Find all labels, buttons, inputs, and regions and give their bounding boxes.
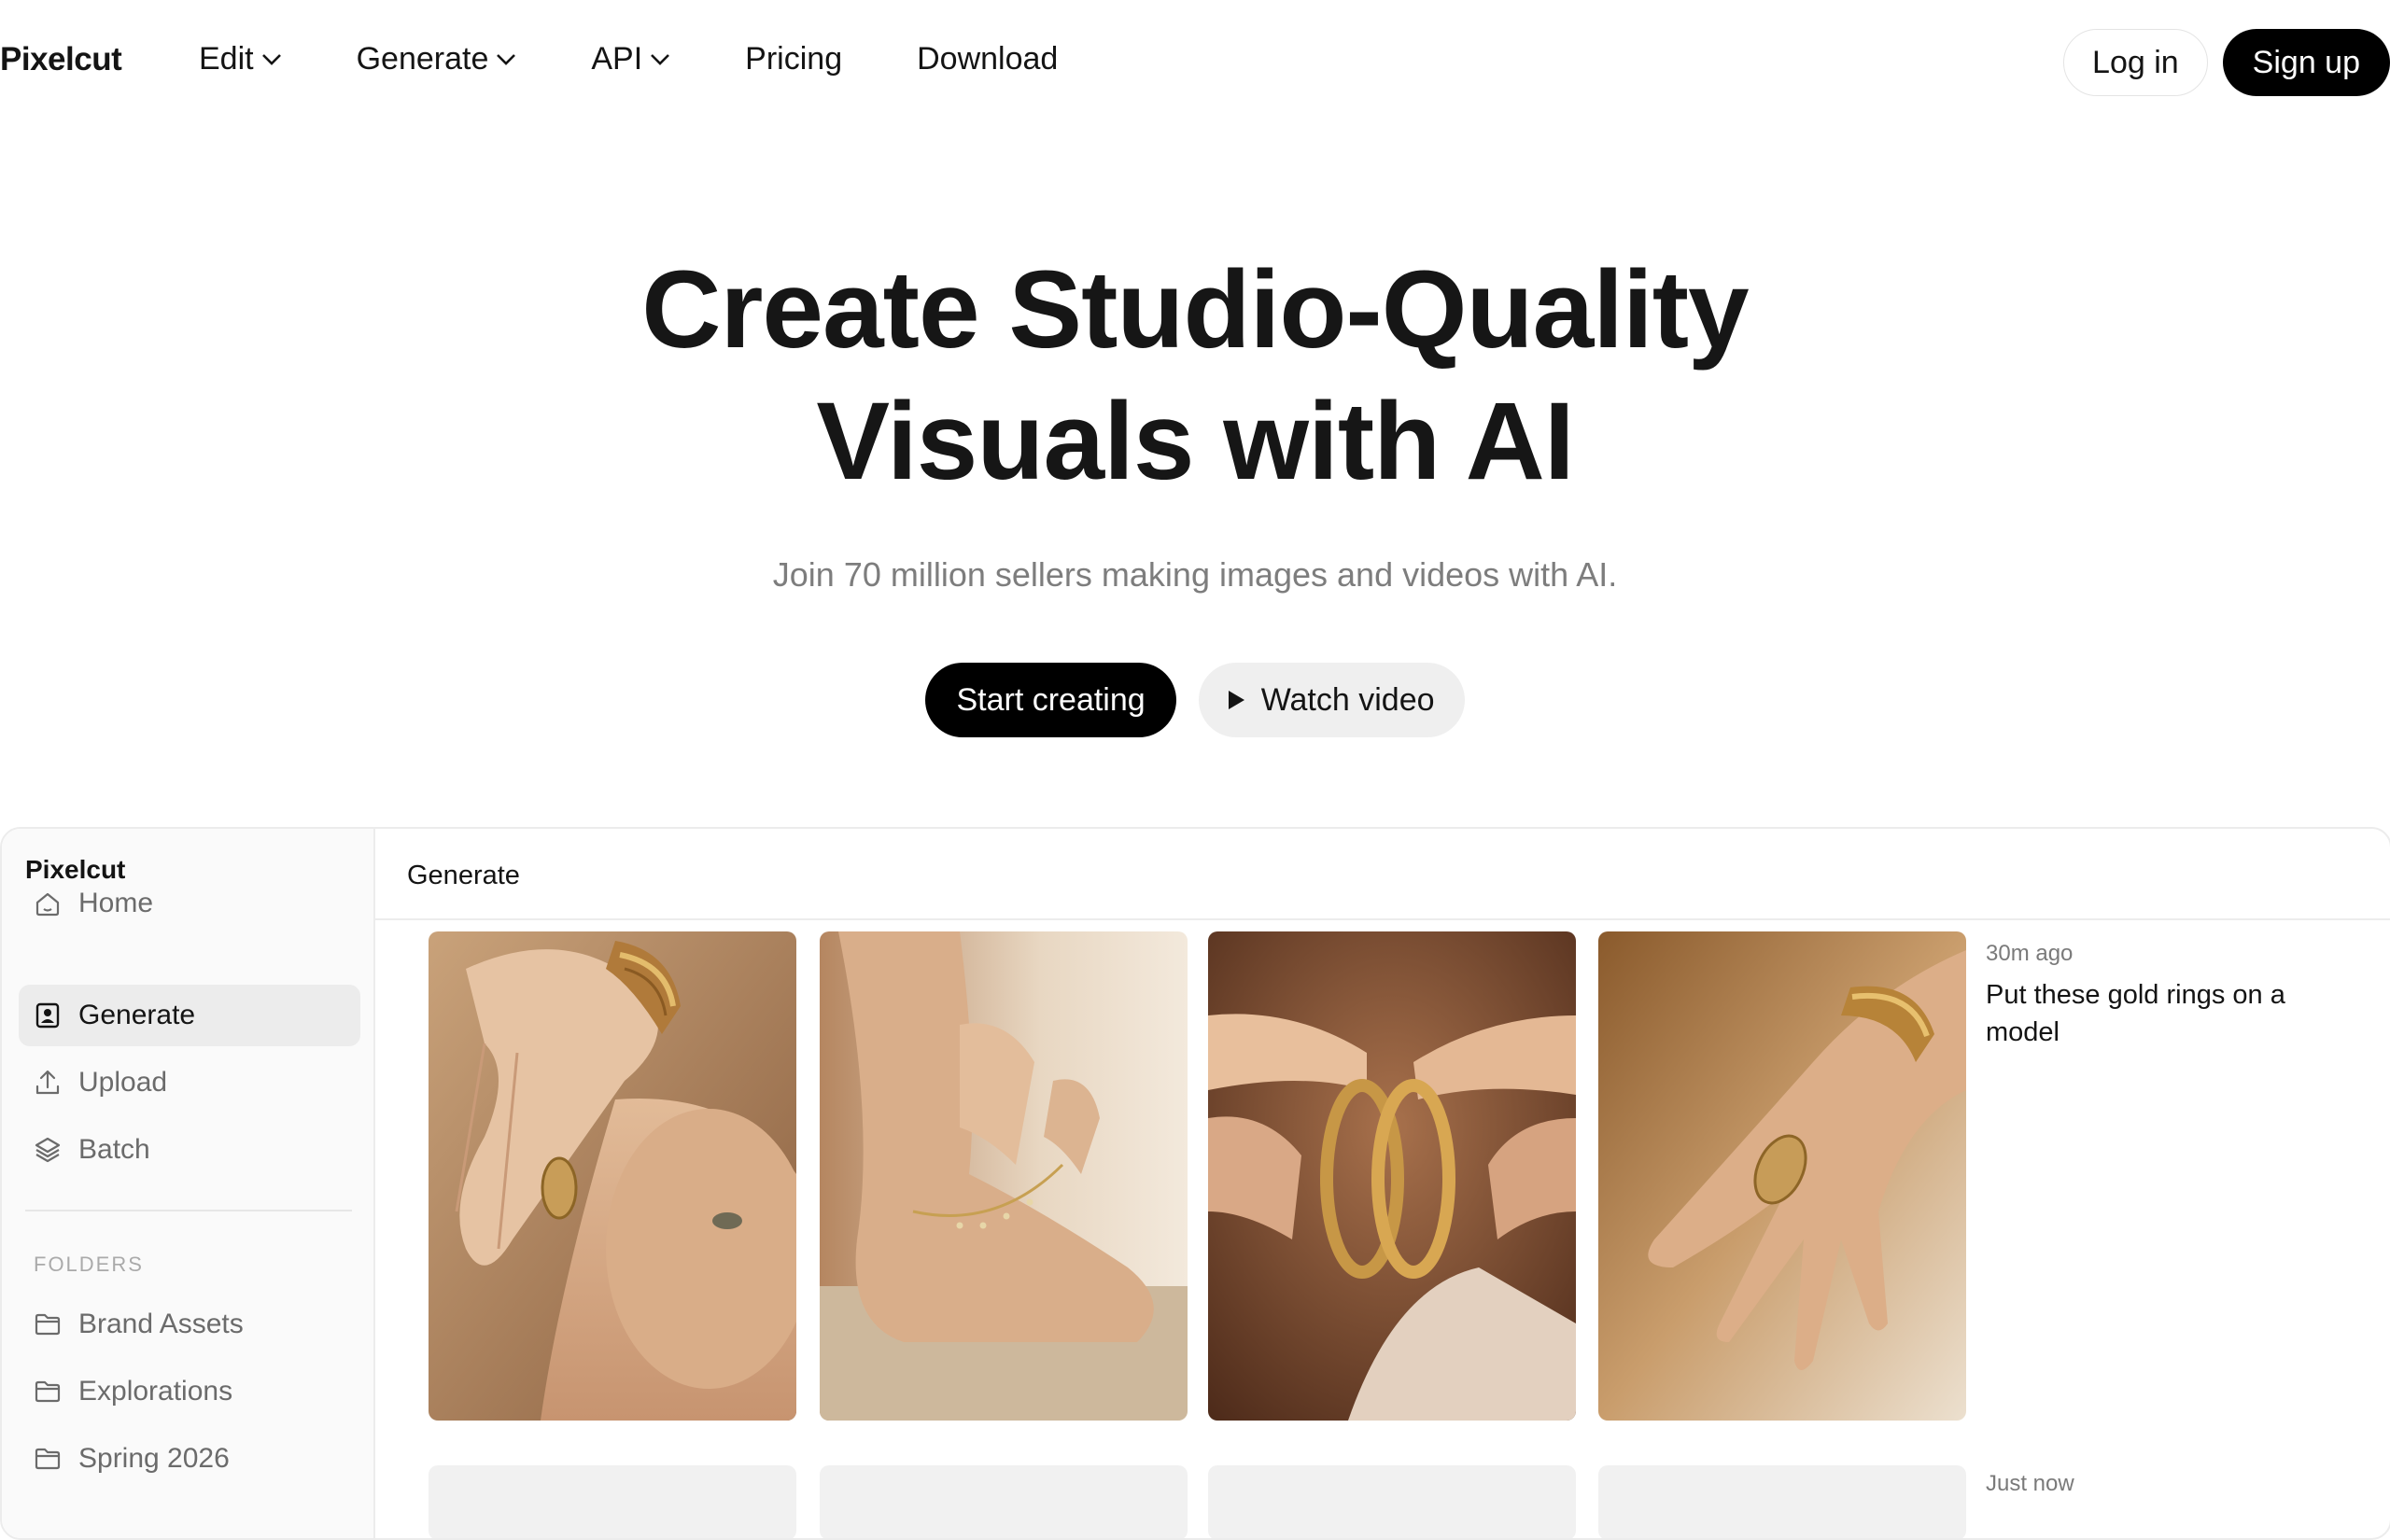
generated-image-1[interactable] bbox=[429, 931, 796, 1421]
logo[interactable]: Pixelcut bbox=[0, 41, 122, 78]
nav-links: Edit Generate API Pricing Download bbox=[199, 41, 1132, 77]
nav-generate[interactable]: Generate bbox=[357, 41, 517, 77]
sidebar-item-label: Batch bbox=[78, 1134, 150, 1165]
watch-video-button[interactable]: Watch video bbox=[1198, 663, 1465, 737]
hero-title: Create Studio-Quality Visuals with AI bbox=[0, 245, 2390, 508]
folder-icon bbox=[32, 1376, 63, 1407]
sidebar-item-batch[interactable]: Batch bbox=[19, 1119, 360, 1181]
play-icon bbox=[1228, 691, 1244, 709]
sidebar-item-home[interactable]: Home bbox=[19, 873, 360, 934]
hero-subtitle: Join 70 million sellers making images an… bbox=[772, 555, 1618, 594]
nav-download[interactable]: Download bbox=[917, 41, 1058, 77]
upload-icon bbox=[32, 1067, 63, 1099]
placeholder-image bbox=[1598, 1465, 1966, 1538]
generation-prompt: Put these gold rings on a model bbox=[1986, 980, 2285, 1047]
chevron-down-icon bbox=[497, 53, 516, 65]
folder-item-label: Brand Assets bbox=[78, 1309, 244, 1339]
nav-api-label: API bbox=[591, 41, 643, 77]
app-preview: Pixelcut Home Generate Upload Batch FOLD… bbox=[0, 827, 2390, 1540]
chevron-down-icon bbox=[261, 53, 281, 65]
folder-icon bbox=[32, 1443, 63, 1475]
folders-heading: FOLDERS bbox=[34, 1253, 144, 1276]
sidebar-item-label: Generate bbox=[78, 1000, 196, 1030]
hero-title-line-1: Create Studio-Quality bbox=[641, 248, 1749, 371]
image-portrait-icon bbox=[32, 1000, 63, 1031]
folder-item-brand-assets[interactable]: Brand Assets bbox=[19, 1294, 360, 1355]
generated-image-2[interactable] bbox=[820, 931, 1188, 1421]
placeholder-image bbox=[1208, 1465, 1576, 1538]
auth-buttons: Log in Sign up bbox=[2063, 29, 2390, 96]
sidebar-item-label: Upload bbox=[78, 1067, 168, 1098]
hero-title-line-2: Visuals with AI bbox=[816, 380, 1574, 503]
nav-api[interactable]: API bbox=[591, 41, 670, 77]
nav-pricing[interactable]: Pricing bbox=[745, 41, 842, 77]
folder-item-label: Spring 2026 bbox=[78, 1443, 230, 1474]
nav-generate-label: Generate bbox=[356, 41, 489, 77]
sidebar-item-label: Home bbox=[78, 888, 154, 918]
home-icon bbox=[32, 888, 63, 919]
nav-download-label: Download bbox=[917, 41, 1059, 77]
top-nav: Pixelcut Edit Generate API Pricing Downl… bbox=[0, 0, 2390, 127]
watch-video-label: Watch video bbox=[1260, 681, 1435, 718]
login-button[interactable]: Log in bbox=[2063, 29, 2208, 96]
main-title: Generate bbox=[407, 861, 520, 890]
generated-image-4[interactable] bbox=[1598, 931, 1966, 1421]
nav-edit-label: Edit bbox=[199, 41, 254, 77]
generated-image-3[interactable] bbox=[1208, 931, 1576, 1421]
sidebar-divider bbox=[25, 1210, 352, 1211]
folder-item-explorations[interactable]: Explorations bbox=[19, 1361, 360, 1422]
layers-icon bbox=[32, 1134, 63, 1166]
placeholder-image bbox=[429, 1465, 796, 1538]
cta-row: Start creating Watch video bbox=[0, 663, 2390, 737]
sidebar-item-generate[interactable]: Generate bbox=[19, 985, 360, 1046]
generation-time: 30m ago bbox=[1986, 941, 2074, 966]
folder-item-label: Explorations bbox=[78, 1376, 233, 1407]
sidebar: Pixelcut Home Generate Upload Batch FOLD… bbox=[2, 829, 375, 1538]
sidebar-item-upload[interactable]: Upload bbox=[19, 1052, 360, 1113]
start-creating-button[interactable]: Start creating bbox=[925, 663, 1176, 737]
nav-pricing-label: Pricing bbox=[745, 41, 843, 77]
chevron-down-icon bbox=[651, 53, 670, 65]
folder-item-spring-2026[interactable]: Spring 2026 bbox=[19, 1428, 360, 1490]
signup-button[interactable]: Sign up bbox=[2222, 29, 2390, 96]
main-header: Generate bbox=[375, 829, 2390, 920]
folder-icon bbox=[32, 1309, 63, 1340]
placeholder-image bbox=[820, 1465, 1188, 1538]
nav-edit[interactable]: Edit bbox=[199, 41, 282, 77]
